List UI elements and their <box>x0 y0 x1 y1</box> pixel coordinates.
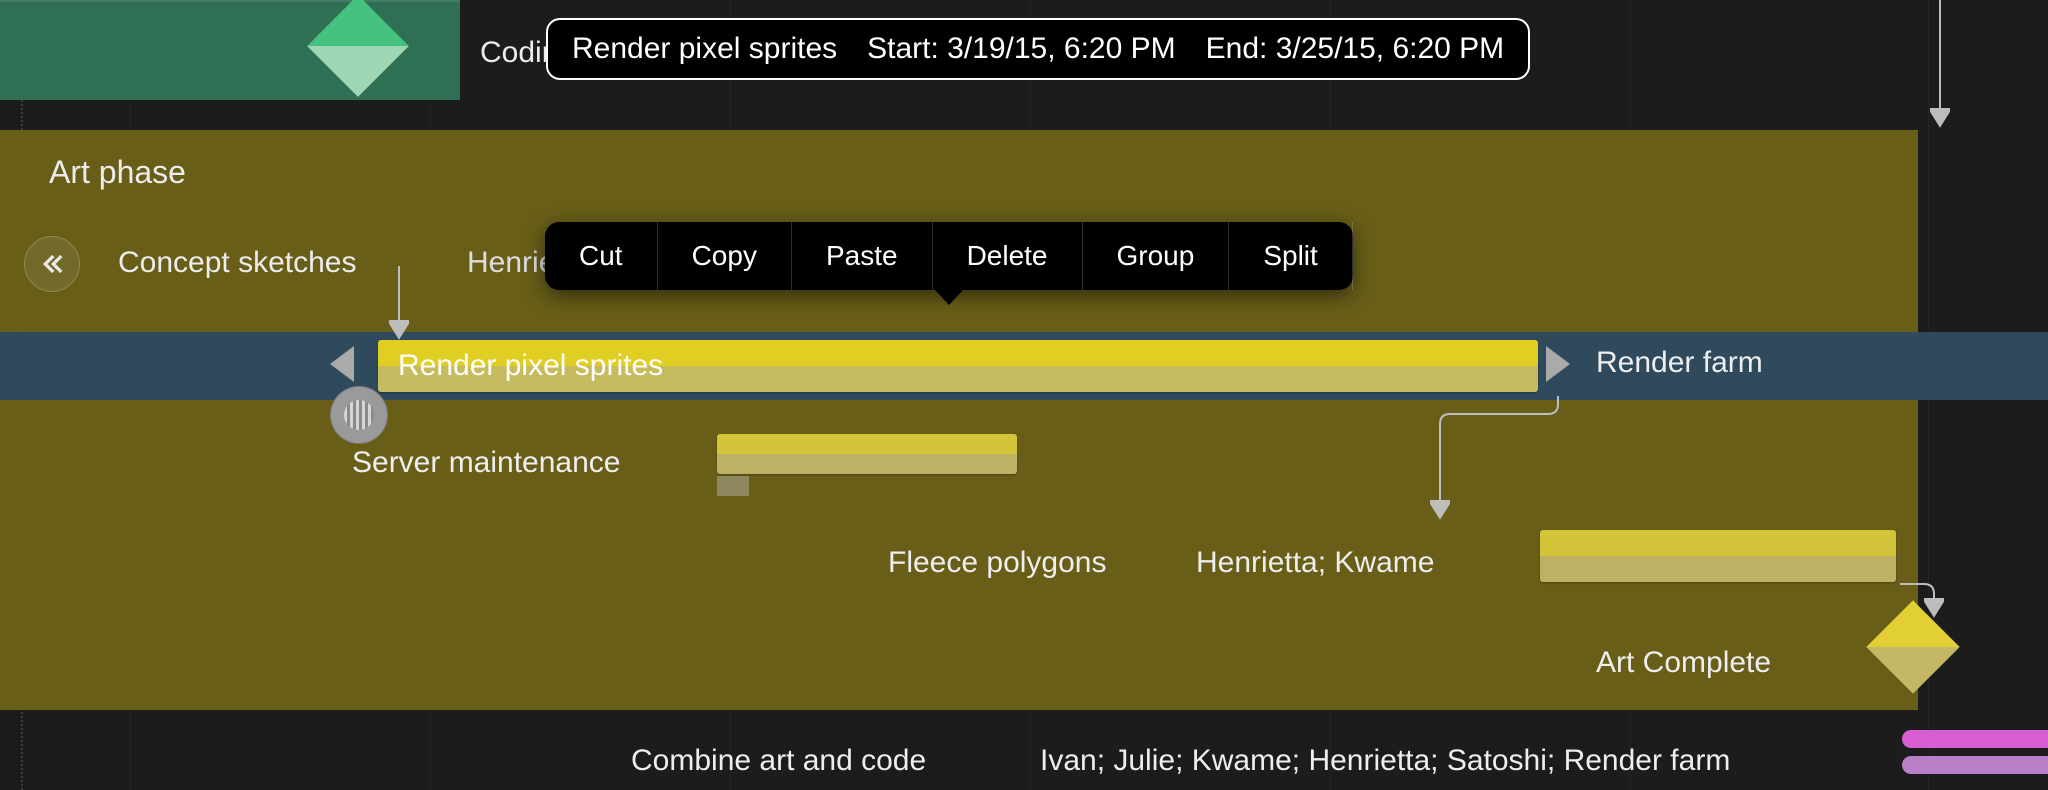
phase-art-label: Art phase <box>49 154 186 191</box>
milestone-art-complete-label: Art Complete <box>1596 646 1771 680</box>
task-combine-bar-a[interactable] <box>1902 730 2048 748</box>
context-menu-copy[interactable]: Copy <box>658 222 792 290</box>
grip-icon <box>344 400 374 430</box>
context-menu-cut[interactable]: Cut <box>545 222 658 290</box>
task-info-tooltip: Render pixel sprites Start: 3/19/15, 6:2… <box>546 18 1530 80</box>
tooltip-end: End: 3/25/15, 6:20 PM <box>1206 32 1505 66</box>
tooltip-start: Start: 3/19/15, 6:20 PM <box>867 32 1176 66</box>
task-server-maintenance-progress <box>717 476 749 496</box>
task-combine-resources: Ivan; Julie; Kwame; Henrietta; Satoshi; … <box>1040 744 1730 778</box>
context-menu-split[interactable]: Split <box>1229 222 1352 290</box>
task-fleece-polygons-bar[interactable] <box>1540 530 1896 582</box>
context-menu-group[interactable]: Group <box>1083 222 1230 290</box>
phase-art-block[interactable] <box>0 130 1918 710</box>
gantt-canvas[interactable]: Coding Complete Art phase Concept sketch… <box>0 0 2048 790</box>
task-combine-label: Combine art and code <box>631 744 926 778</box>
task-fleece-polygons-resources: Henrietta; Kwame <box>1196 546 1434 580</box>
context-menu: Cut Copy Paste Delete Group Split <box>545 222 1353 290</box>
resize-handle-left[interactable] <box>330 346 354 382</box>
task-render-sprites-right-label: Render farm <box>1596 346 1763 380</box>
chevrons-left-icon <box>36 248 68 280</box>
task-combine-bar-b[interactable] <box>1902 756 2048 774</box>
context-menu-tail <box>934 289 964 305</box>
context-menu-delete[interactable]: Delete <box>933 222 1083 290</box>
drag-knob[interactable] <box>330 386 388 444</box>
scroll-left-button[interactable] <box>24 236 80 292</box>
task-concept-sketches-label: Concept sketches <box>118 246 356 280</box>
resize-handle-right[interactable] <box>1546 346 1570 382</box>
context-menu-paste[interactable]: Paste <box>792 222 933 290</box>
task-render-sprites-label: Render pixel sprites <box>398 349 663 383</box>
tooltip-task-name: Render pixel sprites <box>572 32 837 66</box>
task-fleece-polygons-label: Fleece polygons <box>888 546 1106 580</box>
task-server-maintenance-label: Server maintenance <box>352 446 620 480</box>
task-server-maintenance-bar[interactable] <box>717 434 1017 474</box>
task-render-sprites-bar[interactable]: Render pixel sprites <box>378 340 1538 392</box>
